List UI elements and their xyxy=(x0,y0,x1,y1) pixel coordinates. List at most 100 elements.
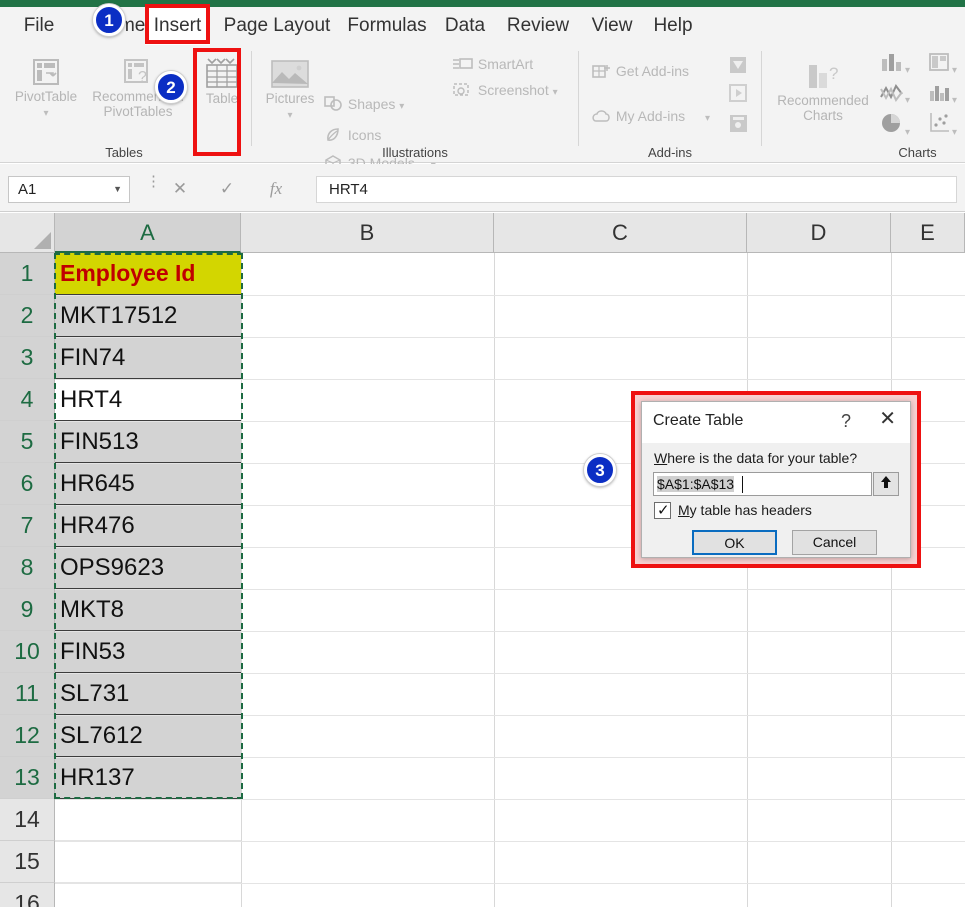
line-chart-icon xyxy=(879,81,905,103)
name-box-value: A1 xyxy=(18,181,36,198)
column-chart-button[interactable]: ▾ xyxy=(879,51,910,78)
video-addin-icon[interactable] xyxy=(728,83,750,103)
cell-a8[interactable]: OPS9623 xyxy=(55,547,241,589)
chevron-down-icon[interactable]: ▾ xyxy=(705,113,710,124)
tab-formulas[interactable]: Formulas xyxy=(343,7,431,45)
help-icon[interactable]: ? xyxy=(841,411,851,432)
has-headers-rest: y table has headers xyxy=(690,502,812,518)
cell-a12[interactable]: SL7612 xyxy=(55,715,241,757)
cell-a4[interactable]: HRT4 xyxy=(55,379,241,421)
tab-view[interactable]: View xyxy=(585,7,639,45)
cell-a9[interactable]: MKT8 xyxy=(55,589,241,631)
chevron-down-icon[interactable]: ▾ xyxy=(905,127,910,138)
pivottable-button[interactable]: PivotTable ▾ xyxy=(8,55,84,121)
cell-a16[interactable] xyxy=(55,883,241,907)
has-headers-label[interactable]: My table has headers xyxy=(678,502,812,518)
row-header-5[interactable]: 5 xyxy=(0,421,55,463)
row-header-8[interactable]: 8 xyxy=(0,547,55,589)
cell-a15[interactable] xyxy=(55,841,241,883)
column-header-a[interactable]: A xyxy=(55,213,241,253)
cell-a5[interactable]: FIN513 xyxy=(55,421,241,463)
confirm-entry-button[interactable]: ✓ xyxy=(207,176,247,203)
column-header-d[interactable]: D xyxy=(747,213,891,253)
visio-addin-icon[interactable] xyxy=(728,55,750,75)
cell-a13[interactable]: HR137 xyxy=(55,757,241,799)
row-header-9[interactable]: 9 xyxy=(0,589,55,631)
pictures-button[interactable]: Pictures ▾ xyxy=(259,57,321,123)
has-headers-checkbox[interactable]: ✓ xyxy=(654,502,671,519)
recommended-charts-icon: ? xyxy=(799,59,847,93)
cell-a3[interactable]: FIN74 xyxy=(55,337,241,379)
smartart-button[interactable]: SmartArt xyxy=(452,55,533,73)
tab-review[interactable]: Review xyxy=(499,7,577,45)
my-addins-button[interactable]: My Add-ins ▾ xyxy=(592,107,710,128)
chevron-down-icon[interactable]: ▾ xyxy=(287,110,292,121)
row-header-7[interactable]: 7 xyxy=(0,505,55,547)
tab-page-layout[interactable]: Page Layout xyxy=(219,7,335,45)
row-header-6[interactable]: 6 xyxy=(0,463,55,505)
row-header-2[interactable]: 2 xyxy=(0,295,55,337)
cell-a11[interactable]: SL731 xyxy=(55,673,241,715)
shapes-button[interactable]: Shapes ▾ xyxy=(324,95,404,116)
row-header-3[interactable]: 3 xyxy=(0,337,55,379)
chevron-down-icon[interactable]: ▾ xyxy=(905,65,910,76)
chevron-down-icon[interactable]: ▾ xyxy=(905,95,910,106)
row-header-15[interactable]: 15 xyxy=(0,841,55,883)
close-icon[interactable]: ✕ xyxy=(879,410,896,428)
cancel-entry-button[interactable]: ✕ xyxy=(160,176,200,203)
row-header-4[interactable]: 4 xyxy=(0,379,55,421)
recommended-charts-label-1: Recommended xyxy=(768,93,878,108)
formula-input[interactable]: HRT4 xyxy=(316,176,957,203)
cell-a1[interactable]: Employee Id xyxy=(55,253,241,295)
tab-help[interactable]: Help xyxy=(647,7,699,45)
range-input[interactable]: $A$1:$A$13 xyxy=(653,472,872,496)
my-addins-label: My Add-ins xyxy=(616,108,685,124)
chevron-down-icon[interactable]: ▾ xyxy=(399,101,404,112)
row-header-16[interactable]: 16 xyxy=(0,883,55,907)
range-picker-button[interactable] xyxy=(873,472,899,496)
column-header-e[interactable]: E xyxy=(891,213,965,253)
chevron-down-icon[interactable]: ▼ xyxy=(113,177,122,202)
corner-triangle-icon xyxy=(34,232,51,249)
column-header-c[interactable]: C xyxy=(494,213,747,253)
chevron-down-icon[interactable]: ▾ xyxy=(952,95,957,106)
ok-button[interactable]: OK xyxy=(692,530,777,555)
get-addins-button[interactable]: Get Add-ins xyxy=(592,62,689,80)
group-label-tables: Tables xyxy=(60,145,188,160)
tab-data[interactable]: Data xyxy=(439,7,491,45)
row-header-12[interactable]: 12 xyxy=(0,715,55,757)
chevron-down-icon[interactable]: ▾ xyxy=(952,127,957,138)
column-header-b[interactable]: B xyxy=(241,213,494,253)
grid-line-v xyxy=(747,253,748,907)
screenshot-button[interactable]: Screenshot ▾ xyxy=(452,81,558,102)
chevron-down-icon[interactable]: ▾ xyxy=(952,65,957,76)
waterfall-chart-button[interactable]: ▾ xyxy=(928,81,957,108)
chevron-down-icon[interactable]: ▾ xyxy=(43,108,48,119)
cell-a14[interactable] xyxy=(55,799,241,841)
row-header-11[interactable]: 11 xyxy=(0,673,55,715)
icons-button[interactable]: Icons xyxy=(324,126,381,144)
row-header-10[interactable]: 10 xyxy=(0,631,55,673)
hierarchy-chart-button[interactable]: ▾ xyxy=(928,51,957,78)
cell-a7[interactable]: HR476 xyxy=(55,505,241,547)
row-header-1[interactable]: 1 xyxy=(0,253,55,295)
scatter-chart-button[interactable]: ▾ xyxy=(928,111,957,140)
insert-function-button[interactable]: fx xyxy=(256,176,296,203)
row-header-14[interactable]: 14 xyxy=(0,799,55,841)
cell-a6[interactable]: HR645 xyxy=(55,463,241,505)
people-graph-addin-icon[interactable] xyxy=(728,113,750,135)
pie-chart-icon xyxy=(879,111,905,135)
recommended-charts-button[interactable]: ? Recommended Charts xyxy=(768,59,878,123)
select-all-corner[interactable] xyxy=(0,213,55,253)
pie-chart-button[interactable]: ▾ xyxy=(879,111,910,140)
cell-a2[interactable]: MKT17512 xyxy=(55,295,241,337)
tab-file[interactable]: File xyxy=(14,7,64,45)
line-chart-button[interactable]: ▾ xyxy=(879,81,910,108)
cell-a10[interactable]: FIN53 xyxy=(55,631,241,673)
cancel-button[interactable]: Cancel xyxy=(792,530,877,555)
chevron-down-icon[interactable]: ▾ xyxy=(553,87,558,98)
row-header-13[interactable]: 13 xyxy=(0,757,55,799)
name-box[interactable]: A1 ▼ xyxy=(8,176,130,203)
icons-label: Icons xyxy=(348,127,381,143)
formula-bar-grip[interactable]: ⋮ xyxy=(146,178,150,200)
